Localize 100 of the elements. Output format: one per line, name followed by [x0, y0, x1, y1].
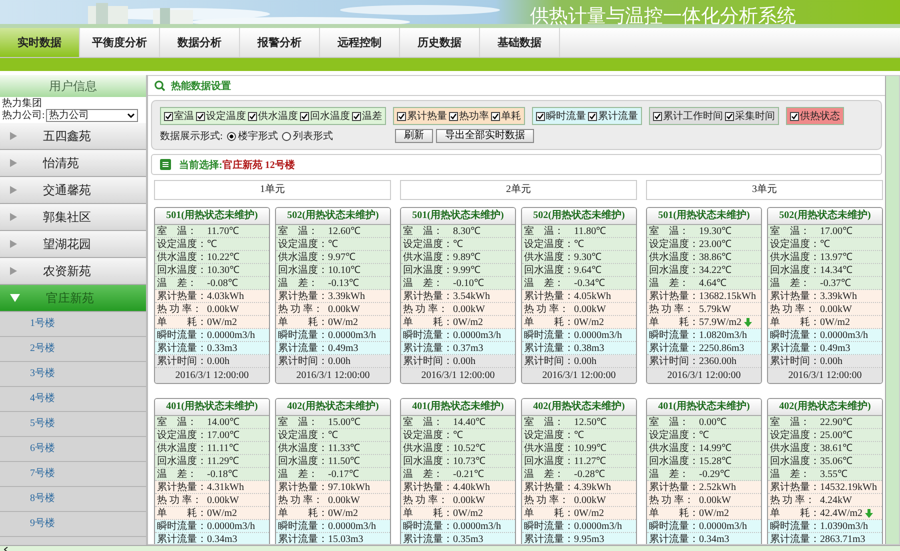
field-label: 单 耗：	[649, 507, 699, 520]
field-value: ℃	[207, 238, 217, 251]
field-value: ℃	[453, 238, 463, 251]
field-value: ℃	[328, 429, 338, 442]
community-item[interactable]: 农资新苑	[0, 258, 146, 285]
checkbox[interactable]	[196, 112, 205, 120]
community-item[interactable]: 郭集社区	[0, 204, 146, 231]
nav-tab[interactable]: 历史数据	[400, 28, 480, 57]
card-title: 402(用热状态未维护)	[276, 399, 390, 416]
field-value: 0W/m2	[453, 507, 483, 520]
field-value: 1.0820m3/h	[699, 329, 748, 342]
checkbox[interactable]	[491, 112, 500, 120]
field-label: 热 功 率：	[403, 303, 449, 316]
field-value: 9.99℃	[453, 264, 480, 277]
caret-icon	[126, 113, 135, 118]
field-label: 累计时间：	[278, 355, 328, 368]
field-label: 供水温度：	[770, 251, 820, 264]
field-label: 温 差：	[524, 277, 565, 290]
field-value: 25.00℃	[820, 429, 852, 442]
community-item[interactable]: 望湖花园	[0, 231, 146, 258]
field-label: 供水温度：	[157, 442, 207, 455]
radio-button[interactable]	[226, 132, 236, 140]
checkbox[interactable]	[300, 112, 309, 120]
field-label: 回水温度：	[157, 455, 207, 468]
field-value: -0.29℃	[699, 468, 730, 481]
nav-tab[interactable]: 报警分析	[240, 28, 320, 57]
timestamp: 2016/3/1 12:00:00	[155, 368, 269, 383]
checkbox-label: 单耗	[501, 110, 521, 123]
nav-tab[interactable]: 实时数据	[0, 28, 80, 57]
nav-tab[interactable]: 数据分析	[160, 28, 240, 57]
field-value: 14532.19kWh	[820, 481, 877, 494]
field-value: 11.29℃	[207, 455, 240, 468]
field-value: 0.00kW	[207, 494, 239, 507]
card-title: 501(用热状态未维护)	[155, 208, 269, 225]
field-label: 设定温度：	[524, 429, 574, 442]
checkbox[interactable]	[164, 112, 173, 120]
company-dropdown[interactable]: 热力公司	[46, 109, 138, 122]
nav-tab[interactable]: 基础数据	[480, 28, 560, 57]
checkbox[interactable]	[653, 112, 662, 120]
field-value: 15.28℃	[699, 455, 732, 468]
checkbox[interactable]	[352, 112, 361, 120]
field-value: 8.30℃	[453, 225, 480, 238]
unit-header: 1单元	[154, 180, 391, 200]
field-value: 34.22℃	[699, 264, 732, 277]
field-value: 14.34℃	[820, 264, 852, 277]
refresh-button[interactable]: 刷新	[394, 129, 433, 143]
field-label: 单 耗：	[278, 507, 328, 520]
field-label: 瞬时流量：	[649, 520, 699, 533]
field-label: 热 功 率：	[770, 494, 816, 507]
field-value: 2863.71m3	[820, 533, 866, 544]
field-label: 单 耗：	[157, 316, 207, 329]
field-label: 设定温度：	[278, 429, 328, 442]
search-icon	[154, 80, 165, 91]
field-value: 10.30℃	[207, 264, 240, 277]
field-value: 0.33m3	[207, 342, 238, 355]
field-value: 4.64℃	[699, 277, 726, 290]
card-title: 501(用热状态未维护)	[401, 208, 515, 225]
field-value: 10.99℃	[574, 442, 606, 455]
field-label: 室 温：	[649, 416, 690, 429]
unit-header: 2单元	[400, 180, 637, 200]
field-value: 4.03kWh	[207, 290, 244, 303]
community-item[interactable]: 怡清苑	[0, 150, 146, 177]
field-value: ℃	[574, 429, 584, 442]
checkbox[interactable]	[449, 112, 458, 120]
checkbox[interactable]	[790, 112, 799, 120]
checkbox[interactable]	[588, 112, 597, 120]
field-label: 温 差：	[649, 468, 690, 481]
field-label: 温 差：	[403, 277, 444, 290]
field-value: 3.39kWh	[328, 290, 365, 303]
field-value: 1.0390m3/h	[820, 520, 868, 533]
field-label: 室 温：	[157, 225, 198, 238]
collapsed-triangle-icon	[10, 159, 17, 167]
field-label: 室 温：	[524, 225, 565, 238]
card-title: 401(用热状态未维护)	[647, 399, 761, 416]
scrollbar[interactable]	[885, 76, 899, 544]
field-label: 设定温度：	[649, 429, 699, 442]
timestamp: 2016/3/1 12:00:00	[276, 368, 390, 383]
field-label: 回水温度：	[649, 264, 699, 277]
collapsed-triangle-icon	[10, 267, 17, 275]
selection-label: 当前选择:	[179, 158, 222, 172]
nav-tab[interactable]: 平衡度分析	[80, 28, 160, 57]
export-button[interactable]: 导出全部实时数据	[436, 129, 534, 143]
field-value: 0W/m2	[328, 316, 358, 329]
nav-tab[interactable]: 远程控制	[320, 28, 400, 57]
field-label: 热 功 率：	[770, 303, 816, 316]
field-value: 2250.86m3	[699, 342, 744, 355]
community-item[interactable]: 交通馨苑	[0, 177, 146, 204]
checkbox[interactable]	[725, 112, 734, 120]
radio-button[interactable]	[282, 132, 291, 140]
community-item[interactable]: 五四鑫苑	[0, 123, 146, 150]
field-value: 0.37m3	[453, 342, 484, 355]
field-label: 单 耗：	[278, 316, 328, 329]
checkbox[interactable]	[536, 112, 545, 120]
checkbox[interactable]	[397, 112, 406, 120]
checkbox[interactable]	[248, 112, 257, 120]
field-value: 0.00kW	[207, 303, 239, 316]
collapse-icon[interactable]	[4, 546, 8, 551]
field-label: 室 温：	[649, 225, 690, 238]
field-value: 12.60℃	[328, 225, 360, 238]
field-value: 57.9W/m2	[699, 316, 742, 329]
